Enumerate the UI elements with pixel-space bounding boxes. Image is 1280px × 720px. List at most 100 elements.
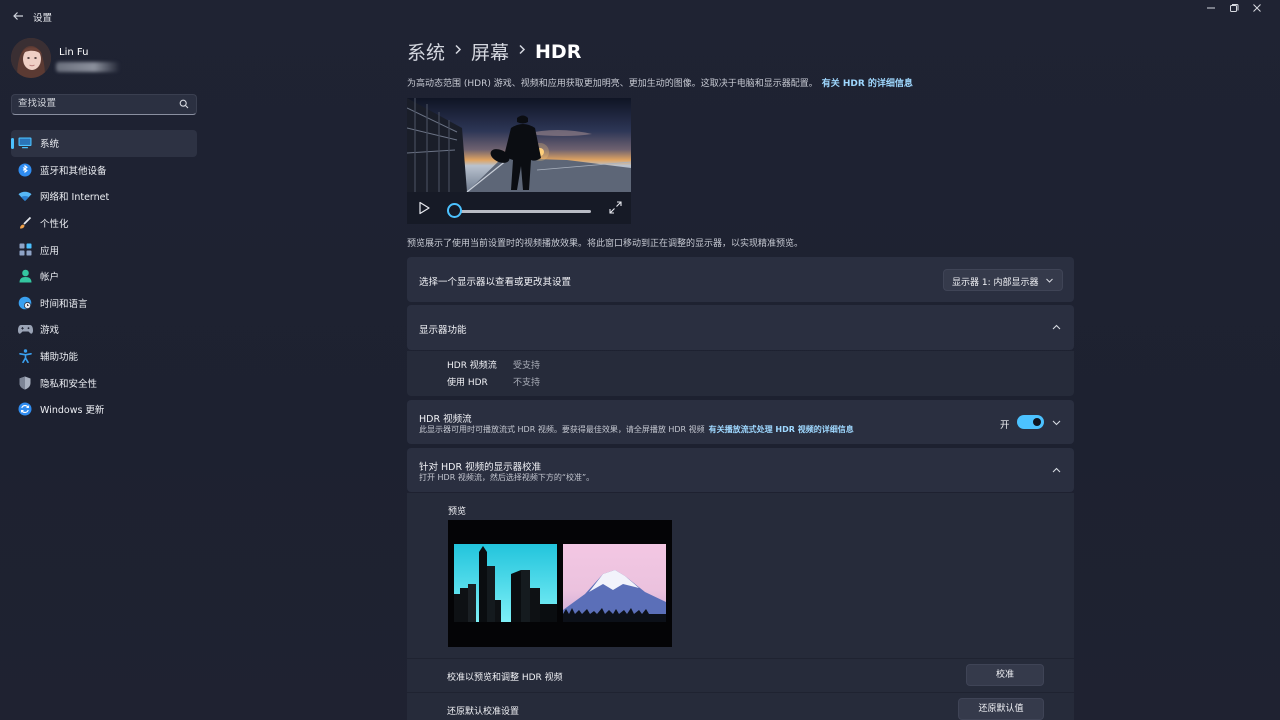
- reset-row-label: 还原默认校准设置: [447, 707, 520, 717]
- back-button[interactable]: [8, 6, 28, 26]
- apps-icon: [17, 242, 33, 258]
- calibration-title: 针对 HDR 视频的显示器校准: [419, 462, 542, 473]
- toggle-knob: [1033, 418, 1041, 426]
- calibration-preview: [448, 520, 672, 647]
- display-icon: [17, 135, 33, 151]
- chevron-down-icon[interactable]: [1051, 417, 1062, 428]
- calibrate-button[interactable]: 校准: [966, 664, 1044, 686]
- globe-clock-icon: [17, 295, 33, 311]
- row-divider: [407, 692, 1074, 693]
- sidebar-item-label: 隐私和安全性: [40, 378, 98, 390]
- sidebar-item-accounts[interactable]: 帐户: [11, 263, 197, 290]
- avatar[interactable]: [11, 38, 51, 78]
- sidebar-item-windows-update[interactable]: Windows 更新: [11, 396, 197, 423]
- sidebar-item-label: 应用: [40, 245, 60, 257]
- search-input[interactable]: [18, 98, 168, 109]
- sidebar-item-label: 网络和 Internet: [40, 192, 110, 204]
- title-bar: 设置: [0, 0, 1280, 32]
- page-description: 为高动态范围 (HDR) 游戏、视频和应用获取更加明亮、更加生动的图像。这取决于…: [407, 76, 913, 89]
- page-title: HDR: [535, 40, 582, 63]
- breadcrumb: 系统 屏幕 HDR: [407, 38, 581, 65]
- brush-icon: [17, 215, 33, 231]
- row-divider: [407, 658, 1074, 659]
- hdr-info-link[interactable]: 有关 HDR 的详细信息: [822, 79, 913, 89]
- chevron-right-icon: [454, 44, 462, 59]
- capabilities-body: HDR 视频流 受支持 使用 HDR 不支持: [407, 351, 1074, 396]
- user-email-blurred: [56, 62, 120, 72]
- reset-defaults-button[interactable]: 还原默认值: [958, 698, 1044, 720]
- display-select-label: 选择一个显示器以查看或更改其设置: [419, 277, 572, 288]
- sidebar-item-privacy[interactable]: 隐私和安全性: [11, 369, 197, 396]
- person-icon: [17, 268, 33, 284]
- calibrate-row-label: 校准以预览和调整 HDR 视频: [447, 673, 563, 683]
- hdr-streaming-title: HDR 视频流: [419, 414, 472, 425]
- chevron-right-icon: [518, 44, 526, 59]
- fullscreen-icon[interactable]: [609, 201, 622, 214]
- sidebar-item-apps[interactable]: 应用: [11, 236, 197, 263]
- bluetooth-icon: [17, 162, 33, 178]
- sidebar-item-label: 辅助功能: [40, 352, 79, 364]
- sidebar-item-label: 游戏: [40, 325, 60, 337]
- description-text: 为高动态范围 (HDR) 游戏、视频和应用获取更加明亮、更加生动的图像。这取决于…: [407, 79, 818, 89]
- accessibility-icon: [17, 348, 33, 364]
- search-icon[interactable]: [179, 99, 189, 109]
- settings-window: 设置 Lin Fu 系统: [0, 0, 1280, 720]
- shield-icon: [17, 375, 33, 391]
- chevron-up-icon[interactable]: [1051, 322, 1062, 333]
- video-preview: [407, 98, 631, 192]
- video-frame: [407, 98, 631, 192]
- hdr-streaming-info-link[interactable]: 有关播放流式处理 HDR 视频的详细信息: [709, 425, 854, 434]
- preview-label: 预览: [448, 507, 467, 517]
- sidebar-item-label: 系统: [40, 139, 60, 151]
- display-dropdown-value: 显示器 1: 内部显示器: [952, 278, 1039, 288]
- calibration-header[interactable]: 针对 HDR 视频的显示器校准 打开 HDR 视频流，然后选择视频下方的“校准”…: [407, 448, 1074, 492]
- sidebar-item-label: 个性化: [40, 219, 69, 231]
- sidebar-item-label: Windows 更新: [40, 405, 105, 417]
- calibration-subtitle: 打开 HDR 视频流，然后选择视频下方的“校准”。: [419, 473, 595, 482]
- display-select-card: 选择一个显示器以查看或更改其设置 显示器 1: 内部显示器: [407, 257, 1074, 302]
- capability-value: 不支持: [513, 378, 541, 388]
- sidebar-item-gaming[interactable]: 游戏: [11, 316, 197, 343]
- hdr-streaming-subtitle: 此显示器可用时可播放流式 HDR 视频。要获得最佳效果，请全屏播放 HDR 视频…: [419, 424, 854, 435]
- sidebar-item-personalization[interactable]: 个性化: [11, 210, 197, 237]
- sidebar-item-label: 帐户: [40, 272, 60, 284]
- sidebar-nav: 系统 蓝牙和其他设备 网络和 Internet 个性化 应用 帐户 时间和语言: [11, 130, 197, 423]
- close-icon: [1253, 4, 1261, 12]
- search-box[interactable]: [11, 94, 197, 115]
- sidebar-item-network[interactable]: 网络和 Internet: [11, 183, 197, 210]
- sidebar-item-label: 蓝牙和其他设备: [40, 165, 107, 177]
- video-seek-thumb[interactable]: [447, 203, 462, 218]
- wifi-icon: [17, 188, 33, 204]
- close-button[interactable]: [1234, 0, 1280, 22]
- gamepad-icon: [17, 321, 33, 337]
- sidebar-item-accessibility[interactable]: 辅助功能: [11, 343, 197, 370]
- hdr-streaming-card: HDR 视频流 此显示器可用时可播放流式 HDR 视频。要获得最佳效果，请全屏播…: [407, 400, 1074, 444]
- breadcrumb-system[interactable]: 系统: [407, 38, 445, 65]
- capability-key: 使用 HDR: [447, 378, 488, 388]
- video-seek-bar[interactable]: [454, 210, 591, 213]
- display-dropdown[interactable]: 显示器 1: 内部显示器: [943, 269, 1063, 291]
- preview-caption: 预览展示了使用当前设置时的视频播放效果。将此窗口移动到正在调整的显示器，以实现精…: [407, 239, 804, 249]
- sidebar-item-label: 时间和语言: [40, 298, 88, 310]
- capability-value: 受支持: [513, 361, 541, 371]
- chevron-up-icon[interactable]: [1051, 465, 1062, 476]
- sidebar-item-bluetooth[interactable]: 蓝牙和其他设备: [11, 157, 197, 184]
- avatar-photo: [11, 38, 51, 78]
- user-name: Lin Fu: [59, 47, 89, 58]
- update-icon: [17, 401, 33, 417]
- play-icon[interactable]: [418, 201, 430, 215]
- sidebar-item-system[interactable]: 系统: [11, 130, 197, 157]
- mountain-image: [563, 544, 666, 622]
- breadcrumb-display[interactable]: 屏幕: [471, 38, 509, 65]
- app-title: 设置: [33, 13, 53, 24]
- capability-key: HDR 视频流: [447, 361, 497, 371]
- toggle-state-label: 开: [1000, 420, 1010, 431]
- capabilities-header[interactable]: 显示器功能: [407, 305, 1074, 350]
- hdr-streaming-toggle[interactable]: [1017, 415, 1044, 429]
- sidebar-item-time-language[interactable]: 时间和语言: [11, 290, 197, 317]
- hdr-streaming-subtitle-text: 此显示器可用时可播放流式 HDR 视频。要获得最佳效果，请全屏播放 HDR 视频: [419, 425, 705, 434]
- back-arrow-icon: [13, 12, 23, 20]
- video-controls: [407, 192, 631, 224]
- capabilities-title: 显示器功能: [419, 325, 467, 336]
- city-skyline-image: [454, 544, 557, 622]
